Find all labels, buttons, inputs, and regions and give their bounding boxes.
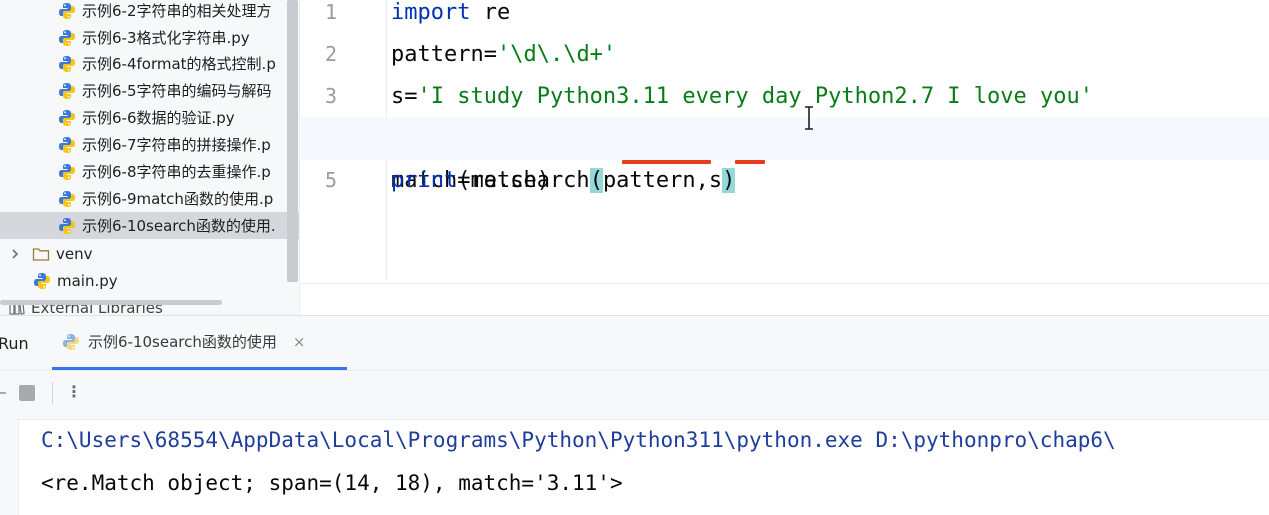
- tree-file-label: 示例6-5字符串的编码与解码: [82, 82, 272, 100]
- run-tab[interactable]: 示例6-10search函数的使用 ×: [52, 316, 347, 370]
- tree-folder-label: venv: [56, 244, 93, 263]
- python-file-icon: [58, 136, 76, 154]
- tree-file-item[interactable]: 示例6-9match函数的使用.p: [0, 185, 299, 212]
- tree-file-label: 示例6-7字符串的拼接操作.p: [82, 136, 271, 154]
- console-line-command: C:\Users\68554\AppData\Local\Programs\Py…: [41, 428, 1116, 452]
- tree-file-item[interactable]: 示例6-4format的格式控制.p: [0, 50, 299, 77]
- tree-file-label: 示例6-3格式化字符串.py: [82, 29, 250, 47]
- run-panel-title: Run: [0, 334, 29, 353]
- paren-open-highlight: (: [589, 168, 603, 193]
- tree-file-item[interactable]: 示例6-8字符串的去重操作.p: [0, 158, 299, 185]
- tree-file-label: 示例6-6数据的验证.py: [82, 109, 235, 127]
- line-number: 1: [324, 0, 338, 24]
- python-file-icon: [58, 217, 76, 235]
- code-editor[interactable]: 1 2 3 4 5 match=re.search(pattern,s) imp…: [301, 0, 1269, 315]
- code-line-1[interactable]: import re: [391, 0, 510, 34]
- run-tab-label: 示例6-10search函数的使用: [88, 333, 277, 351]
- tree-file-item[interactable]: 示例6-5字符串的编码与解码: [0, 77, 299, 104]
- python-file-icon: [58, 82, 76, 100]
- code-builtin: print: [391, 168, 458, 193]
- run-tool-window: Run 示例6-10search函数的使用 × ⋮ C:\Users\68554…: [0, 315, 1269, 515]
- code-token: ,: [695, 168, 709, 193]
- tree-file-label: 示例6-10search函数的使用.: [82, 217, 276, 235]
- code-line-5[interactable]: print(match): [391, 160, 550, 202]
- code-string: 'I study Python3.11 every day Python2.7 …: [417, 84, 1094, 109]
- code-keyword: import: [391, 0, 471, 25]
- code-token: (match): [457, 168, 550, 193]
- red-underline-pattern: [622, 160, 711, 164]
- stop-icon[interactable]: [19, 385, 35, 401]
- python-file-icon: [58, 55, 76, 73]
- run-toolbar: ⋮: [0, 376, 200, 412]
- python-file-icon: [58, 29, 76, 47]
- tree-file-item[interactable]: 示例6-6数据的验证.py: [0, 104, 299, 131]
- paren-close-highlight: ): [722, 168, 736, 193]
- code-token-arg: s: [708, 168, 723, 193]
- tree-horizontal-scrollbar[interactable]: [0, 300, 222, 305]
- code-line-3[interactable]: s='I study Python3.11 every day Python2.…: [391, 76, 1093, 118]
- toolbar-separator: [52, 382, 53, 404]
- line-number: 2: [324, 42, 338, 66]
- project-tree: 示例6-2字符串的相关处理方 示例6-3格式化字符串.py 示例6-4forma…: [0, 0, 300, 315]
- rerun-icon[interactable]: [0, 392, 6, 394]
- python-file-icon: [58, 190, 76, 208]
- tree-file-item[interactable]: 示例6-3格式化字符串.py: [0, 24, 299, 51]
- text-cursor-icon: [805, 106, 813, 130]
- tabs-divider: [0, 370, 1269, 371]
- code-token: pattern=: [391, 42, 497, 67]
- code-token: re: [470, 0, 511, 25]
- code-token-arg: pattern: [602, 168, 696, 193]
- tree-file-item-selected[interactable]: 示例6-10search函数的使用.: [0, 212, 299, 239]
- tree-file-label: 示例6-4format的格式控制.p: [82, 55, 276, 73]
- red-underline-s: [735, 160, 765, 164]
- python-file-icon: [33, 272, 51, 290]
- tree-scrollbar[interactable]: [287, 0, 298, 282]
- tree-file-label: 示例6-8字符串的去重操作.p: [82, 163, 271, 181]
- console-line-result: <re.Match object; span=(14, 18), match='…: [41, 471, 623, 495]
- tree-file-item[interactable]: 示例6-2字符串的相关处理方: [0, 0, 299, 24]
- editor-divider: [301, 283, 1269, 284]
- tree-file-item[interactable]: 示例6-7字符串的拼接操作.p: [0, 131, 299, 158]
- code-line-2[interactable]: pattern='\d\.\d+': [391, 34, 616, 76]
- code-line-4[interactable]: match=re.search(pattern,s): [301, 118, 1269, 193]
- python-file-icon: [62, 333, 80, 351]
- code-string: '\d\.\d+': [496, 42, 617, 67]
- python-file-icon: [58, 2, 76, 20]
- code-token: s=: [391, 84, 418, 109]
- tree-folder-venv[interactable]: venv: [0, 240, 299, 267]
- chevron-right-icon[interactable]: [8, 247, 22, 261]
- tree-file-main[interactable]: main.py: [0, 267, 299, 294]
- folder-icon: [32, 247, 50, 261]
- close-icon[interactable]: ×: [293, 333, 306, 351]
- tree-file-label: 示例6-9match函数的使用.p: [82, 190, 274, 208]
- tree-file-label: 示例6-2字符串的相关处理方: [82, 2, 272, 20]
- python-file-icon: [58, 163, 76, 181]
- python-file-icon: [58, 109, 76, 127]
- tree-file-label: main.py: [57, 271, 118, 290]
- console-output[interactable]: C:\Users\68554\AppData\Local\Programs\Py…: [18, 419, 1269, 515]
- line-number: 3: [324, 84, 338, 108]
- more-options-icon[interactable]: ⋮: [66, 382, 82, 401]
